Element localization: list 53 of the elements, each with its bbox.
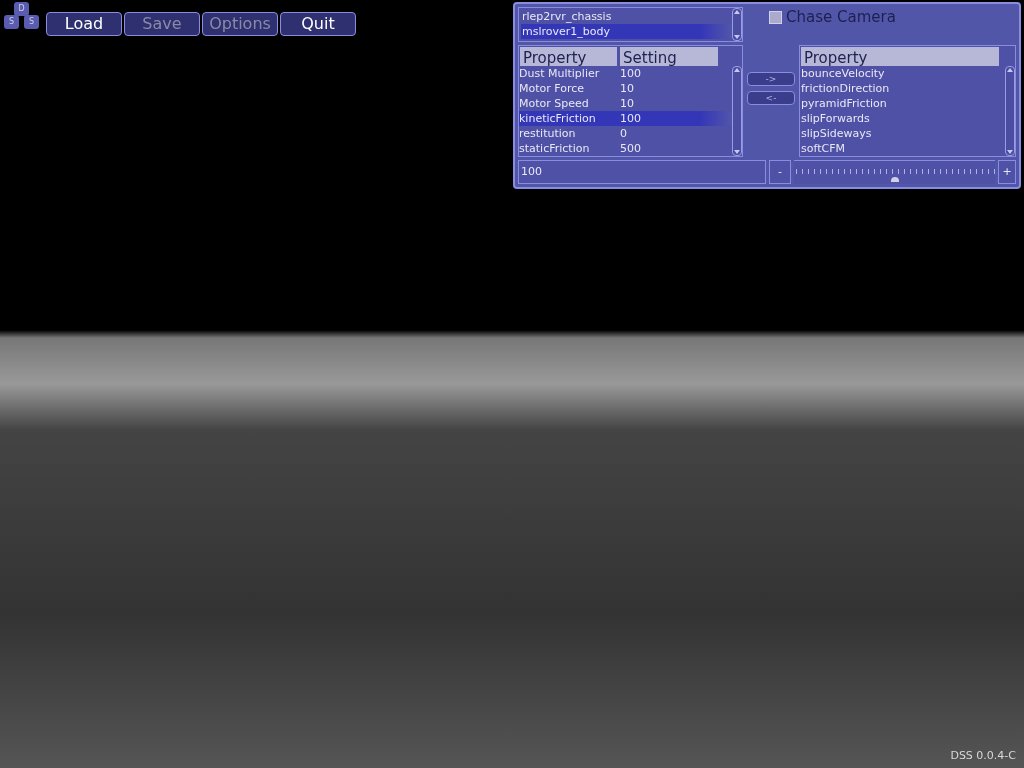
- property-setting: 10: [620, 96, 634, 111]
- property-name: Motor Speed: [519, 96, 590, 111]
- transfer-button[interactable]: <-: [747, 91, 795, 105]
- increase-button[interactable]: +: [998, 160, 1016, 184]
- up-arrow-icon: [1007, 68, 1013, 72]
- menu-button[interactable]: Quit: [280, 12, 356, 36]
- version-label: DSS 0.0.4-C: [950, 747, 1016, 764]
- property-row[interactable]: kineticFriction 100: [519, 111, 732, 126]
- object-list-item[interactable]: rlep2rvr_chassis: [521, 9, 732, 24]
- property-name: Dust Multiplier: [519, 66, 601, 81]
- down-arrow-icon: [734, 150, 740, 154]
- transfer-button[interactable]: ->: [747, 72, 795, 86]
- property-row[interactable]: staticFriction 500: [519, 141, 732, 156]
- scrollbar[interactable]: [732, 66, 742, 156]
- column-header[interactable]: Property: [801, 47, 999, 66]
- property-name[interactable]: slipSideways: [800, 126, 1005, 141]
- logo-letter: S: [24, 15, 39, 29]
- decrease-button[interactable]: -: [769, 160, 791, 184]
- scrollbar[interactable]: [1005, 66, 1015, 156]
- property-setting: 100: [620, 66, 641, 81]
- chase-camera-checkbox[interactable]: [769, 11, 782, 24]
- logo-letter: S: [4, 15, 19, 29]
- property-name[interactable]: pyramidFriction: [800, 96, 1005, 111]
- down-arrow-icon: [734, 35, 740, 39]
- property-setting: 0: [620, 126, 627, 141]
- property-name[interactable]: bounceVelocity: [800, 66, 1005, 81]
- property-row[interactable]: Motor Force 10: [519, 81, 732, 96]
- value-field[interactable]: 100: [518, 160, 766, 184]
- menu-button[interactable]: Load: [46, 12, 122, 36]
- property-setting: 10: [620, 81, 634, 96]
- up-arrow-icon: [734, 10, 740, 14]
- property-name: kineticFriction: [519, 111, 597, 126]
- property-setting: 100: [620, 111, 641, 126]
- up-arrow-icon: [734, 68, 740, 72]
- column-header[interactable]: Setting: [620, 47, 718, 66]
- property-name: Motor Force: [519, 81, 586, 96]
- property-name[interactable]: softCFM: [800, 141, 1005, 156]
- scrollbar[interactable]: [732, 8, 742, 41]
- property-name: restitution: [519, 126, 577, 141]
- logo-letter: D: [14, 2, 29, 16]
- down-arrow-icon: [1007, 150, 1013, 154]
- property-name[interactable]: slipForwards: [800, 111, 1005, 126]
- column-header[interactable]: Property: [520, 47, 617, 66]
- property-setting: 500: [620, 141, 641, 156]
- object-list-item[interactable]: mslrover1_body: [521, 24, 732, 39]
- property-row[interactable]: Motor Speed 10: [519, 96, 732, 111]
- slider-track[interactable]: [794, 160, 995, 184]
- property-name[interactable]: frictionDirection: [800, 81, 1005, 96]
- chase-camera-label: Chase Camera: [786, 9, 896, 26]
- property-row[interactable]: Dust Multiplier 100: [519, 66, 732, 81]
- slider-thumb[interactable]: [890, 177, 899, 182]
- property-row[interactable]: restitution 0: [519, 126, 732, 141]
- property-name: staticFriction: [519, 141, 591, 156]
